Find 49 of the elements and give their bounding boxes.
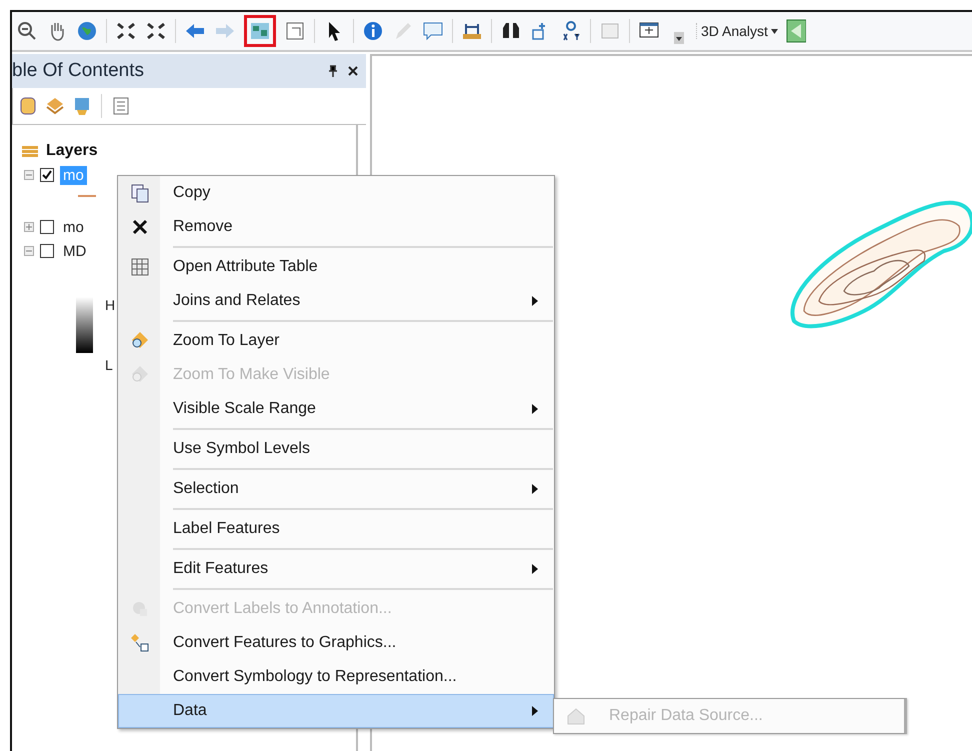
copy-icon [130,183,150,203]
speech-bubble-icon [422,20,444,42]
layer-name[interactable]: mo [60,218,87,236]
line-symbol-icon [78,194,96,198]
layers-icon [20,143,40,159]
menu-item[interactable]: Visible Scale Range [118,392,554,426]
close-icon [130,217,150,237]
map-extent-icon [249,20,271,42]
layer-icon [786,19,806,43]
menu-item[interactable]: Copy [118,176,554,210]
layer-checkbox[interactable] [40,244,54,258]
house-icon [566,706,586,726]
fixed-zoom-out-icon [145,20,167,42]
feature-graphic-icon [130,633,150,653]
layer-checkbox[interactable] [40,220,54,234]
panel-title: ble Of Contents [12,60,144,82]
layer-name[interactable]: MD [60,242,90,260]
globe-icon [76,20,98,42]
expand-icon[interactable] [24,222,34,232]
ramp-label: H [105,297,116,313]
diamond-magnifier-icon [130,365,150,385]
submenu-arrow-icon [531,483,539,495]
ramp-label: L [105,357,114,373]
list-icon[interactable] [112,96,130,116]
caret-icon [770,28,778,34]
close-icon[interactable] [348,66,358,76]
layer-checkbox[interactable] [40,168,54,182]
menu-item[interactable]: Joins and Relates [118,284,554,318]
fixed-zoom-in-icon [115,20,137,42]
zoom-out-icon [16,20,38,42]
info-icon [362,20,384,42]
submenu-arrow-icon [531,403,539,415]
overflow-icon [674,32,684,44]
submenu-arrow-icon [531,563,539,575]
tree-root-label: Layers [46,142,98,160]
page-icon [284,20,306,42]
collapse-icon[interactable] [24,170,34,180]
submenu-arrow-icon [531,295,539,307]
analyst-dropdown[interactable]: 3D Analyst [696,23,782,39]
menu-item[interactable]: Remove [118,210,554,244]
pin-icon[interactable] [328,65,338,77]
menu-item[interactable]: Convert Symbology to Representation... [118,660,554,694]
menu-item[interactable]: Convert Features to Graphics... [118,626,554,660]
collapse-icon[interactable] [24,246,34,256]
layers-icon[interactable] [45,96,65,116]
diamond-magnifier-icon [130,331,150,351]
menu-item[interactable]: Data [118,694,554,728]
color-ramp [76,297,93,353]
submenu-arrow-icon [531,705,539,717]
